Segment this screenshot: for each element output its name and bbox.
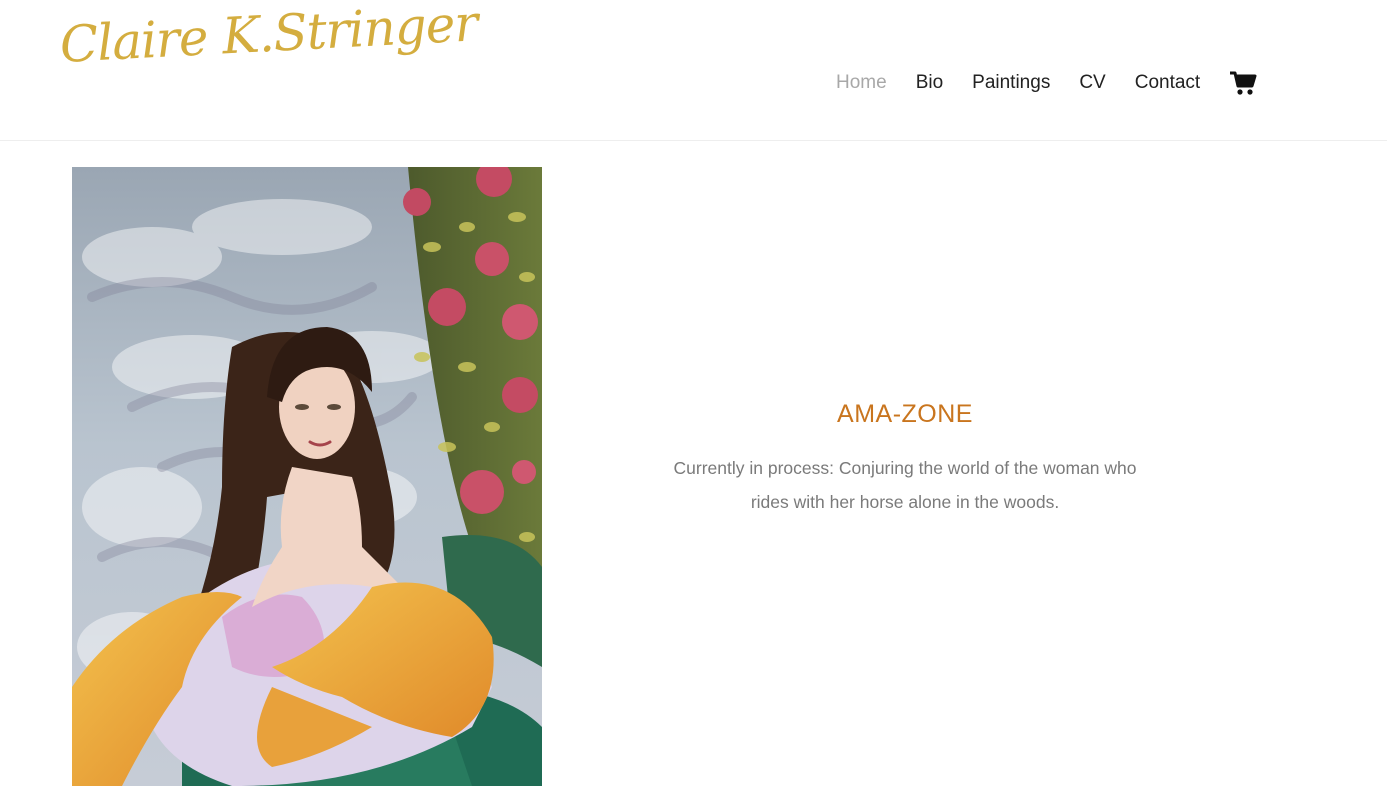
feature-painting[interactable] <box>72 167 542 786</box>
feature-title: AMA-ZONE <box>837 400 973 428</box>
logo-signature: Claire K.Stringer <box>58 0 479 74</box>
nav-item-paintings[interactable]: Paintings <box>972 72 1050 94</box>
nav-item-cv[interactable]: CV <box>1079 72 1105 94</box>
nav-item-contact[interactable]: Contact <box>1135 72 1200 94</box>
nav-item-bio[interactable]: Bio <box>916 72 943 94</box>
site-logo[interactable]: Claire K.Stringer <box>58 0 478 105</box>
nav-item-home[interactable]: Home <box>836 72 887 94</box>
painting-artwork <box>72 167 542 786</box>
site-header: Claire K.Stringer Home Bio Paintings CV … <box>0 0 1387 141</box>
shopping-cart-icon[interactable] <box>1229 70 1257 96</box>
main-nav: Home Bio Paintings CV Contact <box>836 68 1257 98</box>
feature-content: AMA-ZONE Currently in process: Conjuring… <box>640 400 1170 519</box>
feature-description: Currently in process: Conjuring the worl… <box>673 458 1137 512</box>
